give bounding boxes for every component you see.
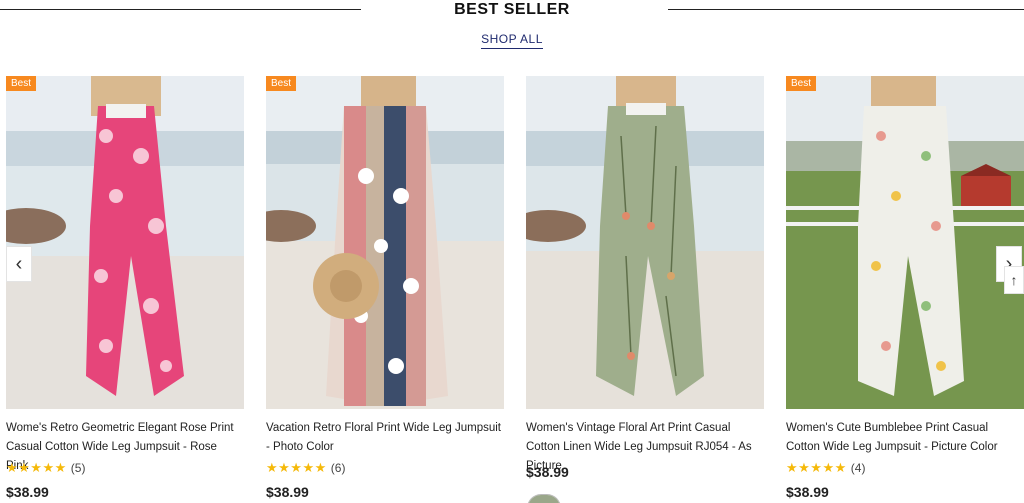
star-icon: ★★★★★ (786, 460, 847, 475)
shop-all-link[interactable]: SHOP ALL (481, 32, 543, 49)
product-rating: ★★★★★ (4) (786, 460, 865, 476)
header-divider-right (668, 9, 1024, 10)
product-photo-floral-stripe-jumpsuit (266, 76, 504, 409)
chevron-left-icon: ‹ (15, 252, 23, 275)
section-header: BEST SELLER SHOP ALL (0, 0, 1024, 50)
product-photo-sage-floral-jumpsuit (526, 76, 764, 409)
product-card[interactable]: Best Wome's Retro Geometric Elegant Rose… (6, 76, 244, 503)
color-swatch[interactable] (527, 494, 561, 503)
product-card[interactable]: Best Vacation Retro Floral Print Wide Le… (266, 76, 504, 503)
product-image[interactable] (6, 76, 244, 409)
product-name[interactable]: Women's Cute Bumblebee Print Casual Cott… (786, 419, 1022, 457)
back-to-top-button[interactable]: ↑ (1004, 266, 1024, 294)
product-price: $38.99 (526, 464, 569, 480)
review-count: (4) (850, 461, 866, 475)
product-rating: ★★★★★ (5) (6, 460, 85, 476)
star-icon: ★★★★★ (6, 460, 67, 475)
product-price: $38.99 (6, 484, 49, 500)
product-photo-bumblebee-jumpsuit (786, 76, 1024, 409)
star-icon: ★★★★★ (266, 460, 327, 475)
best-badge: Best (266, 76, 297, 91)
product-rating: ★★★★★ (6) (266, 460, 345, 476)
product-image[interactable] (526, 76, 764, 409)
product-photo-rose-jumpsuit (6, 76, 244, 409)
product-image[interactable] (266, 76, 504, 409)
product-image[interactable] (786, 76, 1024, 409)
product-card[interactable]: Best Women's Cute Bumblebee Print Casual… (786, 76, 1024, 503)
product-card[interactable]: Women's Vintage Floral Art Print Casual … (526, 76, 764, 503)
product-carousel: Best Wome's Retro Geometric Elegant Rose… (6, 76, 1024, 503)
shop-all-container: SHOP ALL (0, 30, 1024, 49)
review-count: (5) (70, 461, 86, 475)
product-price: $38.99 (266, 484, 309, 500)
product-name[interactable]: Vacation Retro Floral Print Wide Leg Jum… (266, 419, 502, 457)
review-count: (6) (330, 461, 346, 475)
arrow-up-icon: ↑ (1010, 272, 1018, 288)
product-price: $38.99 (786, 484, 829, 500)
section-title: BEST SELLER (454, 1, 570, 18)
best-badge: Best (786, 76, 817, 91)
carousel-prev-button[interactable]: ‹ (6, 246, 32, 282)
best-badge: Best (6, 76, 37, 91)
